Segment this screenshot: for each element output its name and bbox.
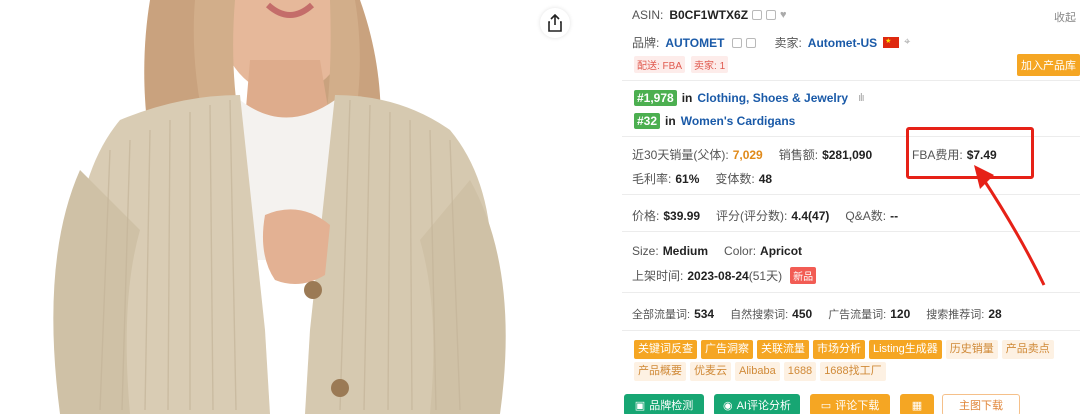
calculator-icon: ▦ [911, 399, 923, 412]
qa-value: -- [890, 208, 899, 223]
asin-value[interactable]: B0CF1WTX6Z [669, 8, 748, 22]
chip-sales-history[interactable]: 历史销量 [945, 340, 998, 359]
brand-check-label: 品牌检测 [649, 400, 694, 412]
rank-row-main: #1,978 in Clothing, Shoes & Jewelry ılı [634, 90, 865, 106]
kw-natural-value[interactable]: 450 [792, 307, 812, 321]
listing-date-row: 上架时间: 2023-08-24 (51天) 新品 [632, 267, 817, 284]
add-product-button[interactable]: 加入产品库 [1017, 54, 1080, 76]
variant-row: Size: Medium Color: Apricot [632, 244, 802, 258]
chip-1688[interactable]: 1688 [783, 362, 817, 381]
qa-label: Q&A数: [845, 209, 887, 223]
annotation-arrow [974, 165, 1046, 286]
seller-link[interactable]: Automet-US [808, 36, 877, 50]
chip-alibaba[interactable]: Alibaba [735, 362, 780, 381]
subcategory-link[interactable]: Women's Cardigans [681, 114, 796, 128]
copy-icon[interactable] [732, 37, 743, 48]
tags-row: 配送: FBA 卖家: 1 [634, 56, 729, 73]
rating-value: 4.4(47) [791, 208, 830, 223]
copy-icon[interactable] [752, 10, 763, 20]
kw-ad-label: 广告流量词: [828, 309, 887, 321]
sales30-value: 7,029 [732, 147, 763, 162]
chip-keyword-reverse[interactable]: 关键词反查 [634, 340, 697, 359]
fulfillment-tag: 配送: FBA [634, 56, 686, 73]
price-value: $39.99 [663, 208, 701, 223]
china-flag-icon: ★ [883, 37, 900, 48]
rank-in: in [665, 114, 676, 128]
homepage-download-button[interactable]: 主图下载 [942, 394, 1020, 414]
revenue-value: $281,090 [822, 147, 873, 162]
open-link-icon[interactable] [746, 37, 757, 48]
chip-product-summary[interactable]: 产品概要 [634, 362, 686, 381]
keyword-stats-row: 全部流量词: 534 自然搜索词: 450 广告流量词: 120 搜索推荐词: … [632, 306, 1002, 322]
rank-badge: #32 [634, 113, 661, 129]
kw-natural-label: 自然搜索词: [730, 309, 789, 321]
kw-ad-value[interactable]: 120 [890, 307, 910, 321]
chip-listing-generator[interactable]: Listing生成器 [869, 340, 942, 359]
heart-icon[interactable]: ♥ [780, 9, 787, 21]
chip-1688-factory[interactable]: 1688找工厂 [820, 362, 886, 381]
chip-youmaiyun[interactable]: 优麦云 [690, 362, 731, 381]
ai-review-label: AI评论分析 [736, 400, 791, 412]
seller-count-tag: 卖家: 1 [691, 56, 729, 73]
review-download-button[interactable]: ▭ 评论下载 [810, 394, 890, 414]
location-pin-icon[interactable]: ⌖ [904, 36, 910, 49]
homepage-download-label: 主图下载 [959, 400, 1003, 412]
tool-chips-row-2: 产品概要 优麦云 Alibaba 1688 1688找工厂 [634, 362, 890, 381]
asin-label: ASIN: [632, 8, 664, 22]
color-value: Apricot [760, 244, 803, 258]
rank-row-sub: #32 in Women's Cardigans [634, 113, 795, 129]
sales30-label: 近30天销量(父体): [632, 148, 729, 162]
chip-selling-points[interactable]: 产品卖点 [1001, 340, 1054, 359]
brand-row: 品牌: AUTOMET 卖家: Automet-US ★ ⌖ [632, 34, 910, 51]
asin-row: ASIN: B0CF1WTX6Z ♥ [632, 8, 787, 22]
variants-value: 48 [758, 171, 773, 186]
rank-category-link[interactable]: Clothing, Shoes & Jewelry [697, 91, 848, 105]
margin-row: 毛利率: 61% 变体数: 48 [632, 170, 772, 187]
divider [622, 330, 1080, 331]
product-image [0, 0, 590, 414]
ai-icon: ◉ [722, 399, 733, 412]
rating-label: 评分(评分数): [716, 209, 788, 223]
chip-related-traffic[interactable]: 关联流量 [757, 340, 809, 359]
listed-days: (51天) [748, 269, 783, 283]
add-product-label: 加入产品库 [1017, 54, 1080, 76]
brand-label: 品牌: [632, 36, 660, 50]
ai-review-button[interactable]: ◉ AI评论分析 [714, 394, 800, 414]
chip-ad-insight[interactable]: 广告洞察 [701, 340, 753, 359]
price-label: 价格: [632, 209, 660, 223]
sales-row: 近30天销量(父体): 7,029 销售额: $281,090 [632, 146, 872, 163]
revenue-label: 销售额: [778, 148, 819, 162]
share-icon [548, 14, 562, 32]
collapse-toggle[interactable]: 收起 [1054, 9, 1076, 25]
new-product-badge: 新品 [790, 267, 817, 284]
kw-all-value[interactable]: 534 [694, 307, 714, 321]
listed-label: 上架时间: [632, 269, 684, 283]
seller-label: 卖家: [774, 36, 802, 50]
chip-market-analysis[interactable]: 市场分析 [813, 340, 865, 359]
product-photo [53, 0, 506, 414]
brand-link[interactable]: AUTOMET [665, 36, 724, 50]
calculator-button[interactable]: ▦ [900, 394, 934, 414]
price-row: 价格: $39.99 评分(评分数): 4.4(47) Q&A数: -- [632, 207, 898, 224]
color-label: Color: [724, 244, 757, 258]
rank-in: in [681, 91, 693, 105]
brand-check-button[interactable]: ▣ 品牌检测 [624, 394, 704, 414]
divider [622, 80, 1080, 81]
open-link-icon[interactable] [766, 10, 777, 20]
size-label: Size: [632, 244, 659, 258]
variants-label: 变体数: [715, 172, 755, 186]
listed-date: 2023-08-24 [687, 268, 749, 283]
comment-icon: ▭ [820, 399, 832, 412]
bar-chart-icon[interactable]: ılı [858, 92, 864, 104]
collapse-label: 收起 [1054, 12, 1076, 24]
size-value: Medium [662, 244, 709, 258]
review-download-label: 评论下载 [835, 400, 880, 412]
rank-badge: #1,978 [634, 90, 677, 106]
tool-chips-row-1: 关键词反查 广告洞察 关联流量 市场分析 Listing生成器 历史销量 产品卖… [634, 340, 1058, 359]
margin-label: 毛利率: [632, 172, 672, 186]
checklist-icon: ▣ [634, 399, 646, 412]
share-button[interactable] [540, 8, 570, 38]
margin-value: 61% [675, 171, 700, 186]
kw-all-label: 全部流量词: [632, 309, 691, 321]
